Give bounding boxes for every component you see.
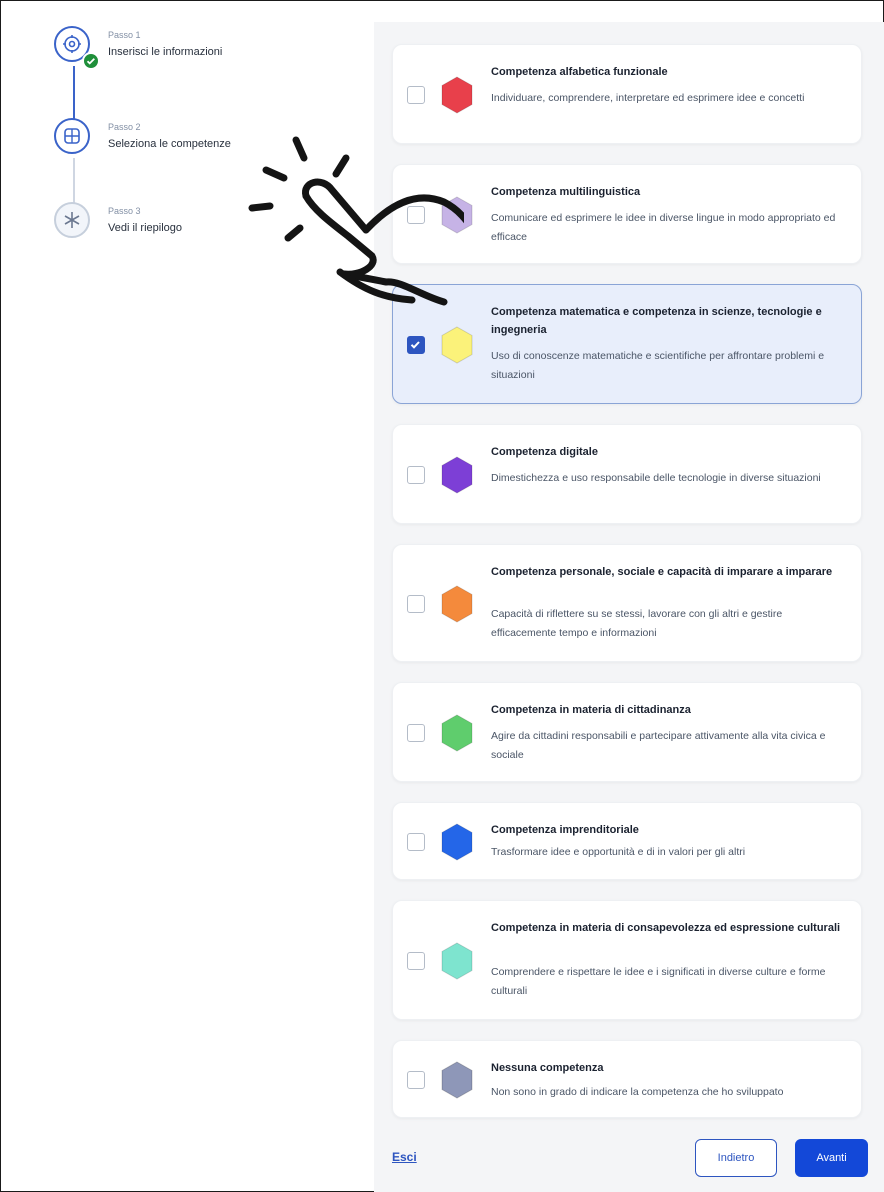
grid-icon — [54, 118, 90, 154]
hexagon-icon — [439, 1060, 475, 1100]
competence-card[interactable]: Competenza imprenditoriale Trasformare i… — [392, 802, 862, 880]
competence-description: Non sono in grado di indicare la compete… — [491, 1086, 784, 1098]
step-3: Passo 3 Vedi il riepilogo — [52, 198, 312, 248]
competence-description: Uso di conoscenze matematiche e scientif… — [491, 350, 825, 381]
step-label: Seleziona le competenze — [108, 138, 231, 150]
competence-description: Comprendere e rispettare le idee e i sig… — [491, 966, 826, 997]
checkbox[interactable] — [407, 1071, 425, 1089]
hexagon-icon — [439, 75, 475, 115]
back-button[interactable]: Indietro — [695, 1139, 777, 1177]
checkbox[interactable] — [407, 595, 425, 613]
step-number: Passo 2 — [108, 122, 141, 132]
competence-title: Nessuna competenza — [491, 1062, 604, 1074]
step-number: Passo 3 — [108, 206, 141, 216]
competence-title: Competenza digitale — [491, 446, 598, 458]
snowflake-icon — [54, 202, 90, 238]
competence-description: Comunicare ed esprimere le idee in diver… — [491, 212, 836, 243]
competence-card[interactable]: Nessuna competenza Non sono in grado di … — [392, 1040, 862, 1118]
step-1: Passo 1 Inserisci le informazioni — [52, 22, 312, 72]
competence-description: Trasformare idee e opportunità e di in v… — [491, 846, 746, 858]
competence-card[interactable]: Competenza digitale Dimestichezza e uso … — [392, 424, 862, 524]
competence-card[interactable]: Competenza alfabetica funzionale Individ… — [392, 44, 862, 144]
hexagon-icon — [439, 941, 475, 981]
hexagon-icon — [439, 325, 475, 365]
competence-description: Individuare, comprendere, interpretare e… — [491, 92, 805, 104]
checkbox[interactable] — [407, 952, 425, 970]
competence-title: Competenza multilinguistica — [491, 186, 641, 198]
checkbox[interactable] — [407, 206, 425, 224]
hexagon-icon — [439, 195, 475, 235]
check-icon — [82, 52, 100, 70]
hexagon-icon — [439, 584, 475, 624]
competence-title: Competenza in materia di consapevolezza … — [491, 922, 841, 934]
step-2: Passo 2 Seleziona le competenze — [52, 114, 312, 164]
step-label: Vedi il riepilogo — [108, 222, 182, 234]
competence-card[interactable]: Competenza in materia di cittadinanza Ag… — [392, 682, 862, 782]
competence-card-selected[interactable]: Competenza matematica e competenza in sc… — [392, 284, 862, 404]
competences-panel: Competenza alfabetica funzionale Individ… — [374, 22, 884, 1192]
checkbox-checked[interactable] — [407, 336, 425, 354]
competence-title: Competenza personale, sociale e capacità… — [491, 566, 833, 578]
competence-card[interactable]: Competenza personale, sociale e capacità… — [392, 544, 862, 662]
hexagon-icon — [439, 713, 475, 753]
competence-description: Capacità di riflettere su se stessi, lav… — [491, 608, 783, 639]
check-icon — [410, 341, 420, 349]
hexagon-icon — [439, 822, 475, 862]
step-number: Passo 1 — [108, 30, 141, 40]
competence-title: Competenza alfabetica funzionale — [491, 66, 668, 78]
step-label: Inserisci le informazioni — [108, 46, 223, 58]
competence-title: Competenza matematica e competenza in sc… — [491, 306, 822, 336]
competence-card[interactable]: Competenza in materia di consapevolezza … — [392, 900, 862, 1020]
competence-description: Dimestichezza e uso responsabile delle t… — [491, 472, 821, 484]
progress-stepper: Passo 1 Inserisci le informazioni Passo … — [52, 22, 312, 262]
next-button[interactable]: Avanti — [795, 1139, 868, 1177]
competence-title: Competenza imprenditoriale — [491, 824, 639, 836]
competence-title: Competenza in materia di cittadinanza — [491, 704, 691, 716]
checkbox[interactable] — [407, 833, 425, 851]
competence-card[interactable]: Competenza multilinguistica Comunicare e… — [392, 164, 862, 264]
checkbox[interactable] — [407, 724, 425, 742]
competence-description: Agire da cittadini responsabili e partec… — [491, 730, 826, 761]
checkbox[interactable] — [407, 466, 425, 484]
exit-link[interactable]: Esci — [392, 1150, 417, 1164]
checkbox[interactable] — [407, 86, 425, 104]
hexagon-icon — [439, 455, 475, 495]
